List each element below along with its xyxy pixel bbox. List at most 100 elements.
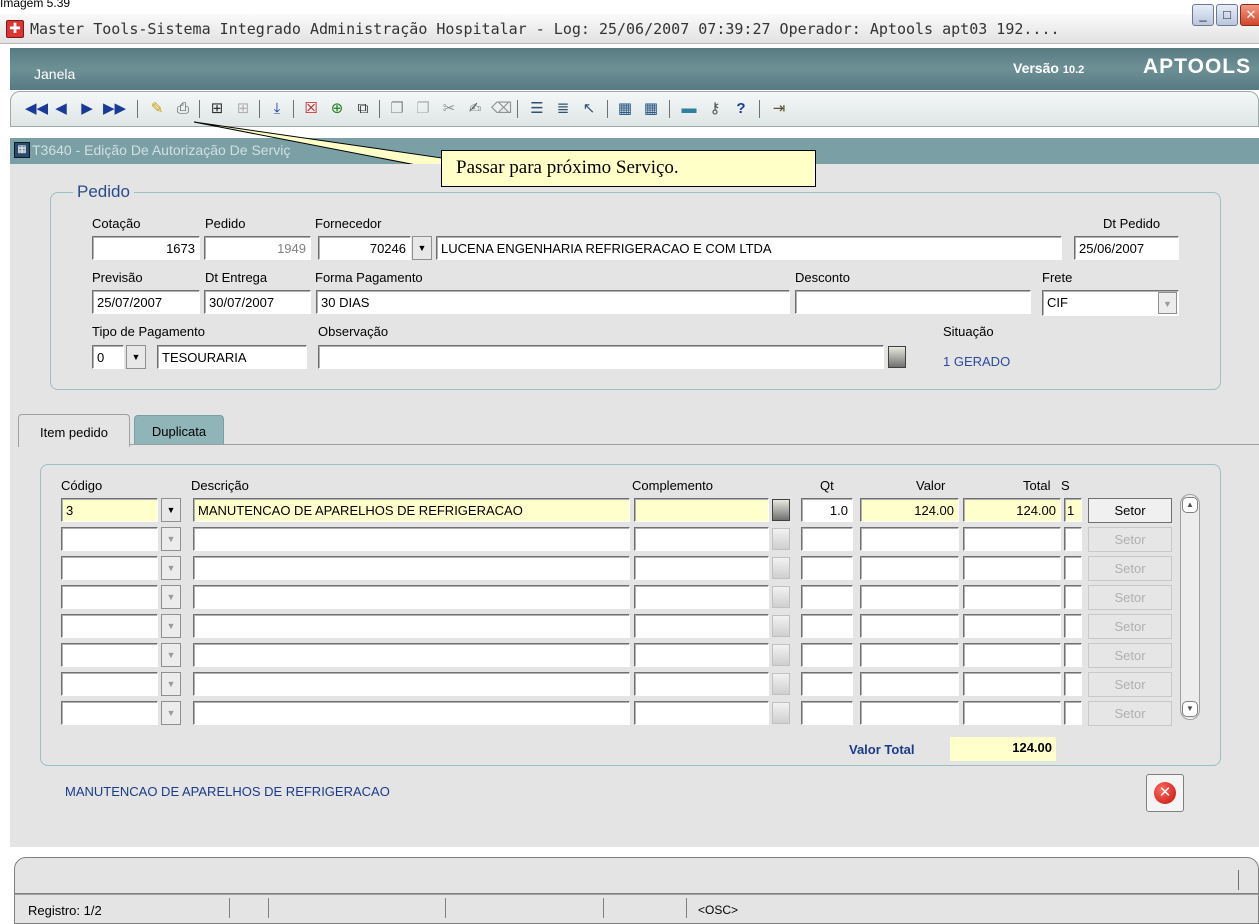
paste-disabled-icon[interactable]: ❐ [413,99,433,119]
s-cell[interactable]: 1 [1064,498,1082,522]
s-cell[interactable] [1064,643,1082,667]
codigo-cell[interactable] [61,672,158,696]
valor-cell[interactable] [860,701,959,725]
setor-button[interactable]: Setor [1088,556,1172,581]
copy-icon[interactable]: ❐ [387,99,407,119]
valor-cell[interactable] [860,672,959,696]
valor-cell[interactable] [860,527,959,551]
codigo-cell[interactable] [61,556,158,580]
pedido-field[interactable]: 1949 [204,236,311,260]
print-icon[interactable]: ⎙ [173,99,193,119]
valor-cell[interactable] [860,585,959,609]
s-cell[interactable] [1064,672,1082,696]
codigo-cell[interactable] [61,527,158,551]
s-cell[interactable] [1064,527,1082,551]
scroll-up-icon[interactable]: ▲ [1182,497,1198,513]
setor-button[interactable]: Setor [1088,701,1172,726]
codigo-dropdown-button[interactable]: ▼ [161,556,181,580]
tipo-pagamento-dropdown-button[interactable]: ▼ [126,345,146,369]
complemento-editor-button[interactable] [772,586,790,608]
descricao-cell[interactable] [193,585,630,609]
total-cell[interactable] [963,527,1061,551]
query-disabled-icon[interactable]: ⊞ [233,99,253,119]
setor-button[interactable]: Setor [1088,585,1172,610]
complemento-cell[interactable] [634,556,769,580]
valor-cell[interactable]: 124.00 [860,498,959,522]
qt-cell[interactable] [801,672,853,696]
codigo-cell[interactable] [61,701,158,725]
total-cell[interactable] [963,614,1061,638]
descricao-cell[interactable] [193,701,630,725]
last-record-icon[interactable]: ▶▶ [103,99,126,119]
complemento-cell[interactable] [634,672,769,696]
close-form-button[interactable]: ✕ [1146,774,1184,812]
total-cell[interactable] [963,672,1061,696]
observacao-editor-button[interactable] [888,346,906,368]
complemento-cell[interactable] [634,498,769,522]
minimize-button[interactable]: _ [1192,4,1214,26]
insert-record-icon[interactable]: ⊕ [327,99,347,119]
frete-dropdown-button[interactable]: ▼ [1158,292,1177,314]
export-icon[interactable]: ▦ [615,99,635,119]
tab-duplicata[interactable]: Duplicata [134,415,224,444]
codigo-dropdown-button[interactable]: ▼ [161,701,181,725]
cotacao-field[interactable]: 1673 [92,236,200,260]
help-tool-icon[interactable]: ↖ [579,99,599,119]
complemento-cell[interactable] [634,614,769,638]
total-cell[interactable] [963,701,1061,725]
first-record-icon[interactable]: ◀◀ [25,99,48,119]
codigo-dropdown-button[interactable]: ▼ [161,643,181,667]
list-icon[interactable]: ☰ [527,99,547,119]
qt-cell[interactable] [801,527,853,551]
valor-cell[interactable] [860,643,959,667]
codigo-cell[interactable]: 3 [61,498,158,522]
previsao-field[interactable]: 25/07/2007 [92,290,200,314]
help-icon[interactable]: ? [731,99,751,119]
key-icon[interactable]: ⚷ [705,99,725,119]
edit-text-icon[interactable]: ✍ [465,99,485,119]
qt-cell[interactable] [801,556,853,580]
prev-record-icon[interactable]: ◀ [51,99,71,119]
edit-icon[interactable]: ✎ [147,99,167,119]
fornecedor-code-field[interactable]: 70246 [318,236,411,260]
setor-button[interactable]: Setor [1088,643,1172,668]
complemento-cell[interactable] [634,585,769,609]
s-cell[interactable] [1064,701,1082,725]
tab-item-pedido[interactable]: Item pedido [18,414,130,447]
qt-cell[interactable] [801,643,853,667]
total-cell[interactable] [963,643,1061,667]
complemento-editor-button[interactable] [772,557,790,579]
qt-cell[interactable] [801,701,853,725]
descricao-cell[interactable] [193,614,630,638]
image-icon[interactable]: ▬ [679,99,699,119]
s-cell[interactable] [1064,556,1082,580]
delete-record-icon[interactable]: ☒ [301,99,321,119]
valor-cell[interactable] [860,614,959,638]
descricao-cell[interactable] [193,556,630,580]
codigo-dropdown-button[interactable]: ▼ [161,585,181,609]
setor-button[interactable]: Setor [1088,614,1172,639]
total-cell[interactable]: 124.00 [963,498,1061,522]
menu-janela[interactable]: Janela [34,66,75,82]
qt-cell[interactable] [801,614,853,638]
dt-entrega-field[interactable]: 30/07/2007 [204,290,311,314]
setor-button[interactable]: Setor [1088,498,1172,523]
s-cell[interactable] [1064,585,1082,609]
list-values-icon[interactable]: ≣ [553,99,573,119]
desconto-field[interactable] [795,290,1031,314]
qt-cell[interactable] [801,585,853,609]
tipo-pagamento-code-field[interactable]: 0 [92,345,124,369]
total-cell[interactable] [963,585,1061,609]
setor-button[interactable]: Setor [1088,527,1172,552]
descricao-cell[interactable]: MANUTENCAO DE APARELHOS DE REFRIGERACAO [193,498,630,522]
maximize-button[interactable]: □ [1216,4,1238,26]
duplicate-icon[interactable]: ⧉ [353,99,373,119]
total-cell[interactable] [963,556,1061,580]
complemento-editor-button[interactable] [772,673,790,695]
observacao-field[interactable] [318,345,884,369]
items-scrollbar[interactable]: ▲ ▼ [1180,494,1200,720]
codigo-cell[interactable] [61,585,158,609]
valor-cell[interactable] [860,556,959,580]
close-window-button[interactable]: ✕ [1240,4,1259,26]
complemento-cell[interactable] [634,527,769,551]
